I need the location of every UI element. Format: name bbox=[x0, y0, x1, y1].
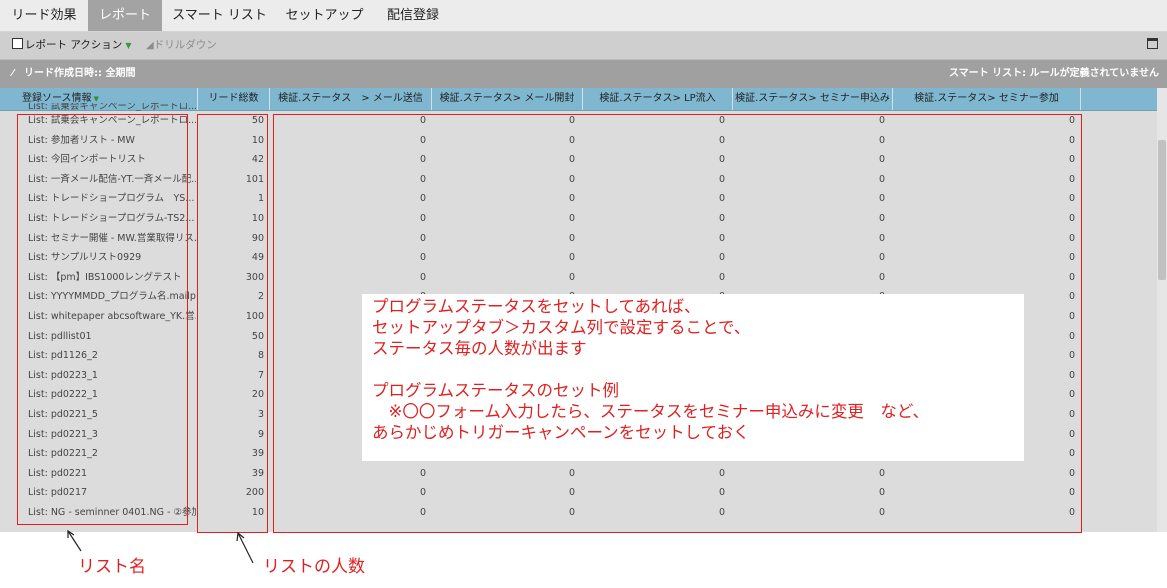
list-count-annotation: リストの人数 bbox=[263, 557, 365, 577]
list-name-annotation: リスト名 bbox=[78, 557, 146, 577]
annotation-arrows bbox=[67, 529, 254, 564]
